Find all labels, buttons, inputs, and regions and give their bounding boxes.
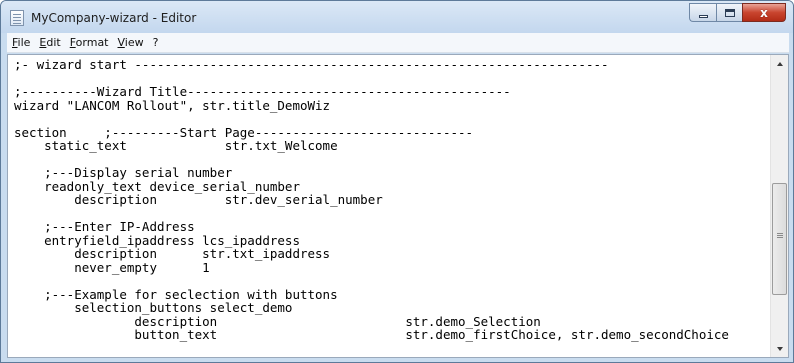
- window-title: MyCompany-wizard - Editor: [31, 11, 197, 25]
- close-button[interactable]: x: [742, 3, 786, 22]
- vertical-scrollbar[interactable]: [770, 55, 788, 357]
- code-line: never_empty 1: [14, 259, 210, 275]
- title-bar[interactable]: MyCompany-wizard - Editor x: [1, 1, 793, 33]
- code-line: ;- wizard start ------------------------…: [14, 57, 609, 72]
- code-line: ;---Example for seclection with buttons: [14, 286, 338, 302]
- menu-item-file[interactable]: File: [8, 34, 34, 52]
- code-line: selection_buttons select_demo: [14, 300, 293, 315]
- code-line: section ;---------Start Page------------…: [14, 124, 474, 140]
- code-line: ;---Display serial number: [14, 165, 233, 180]
- code-line: static_text str.txt_Welcome: [14, 138, 338, 153]
- scrollbar-thumb[interactable]: [772, 183, 787, 295]
- editor-window: MyCompany-wizard - Editor x File Edit Form…: [0, 0, 794, 363]
- scroll-down-button[interactable]: [771, 340, 788, 357]
- code-line: readonly_text device_serial_number: [14, 178, 300, 194]
- menu-bar: File Edit Format View?: [7, 33, 789, 53]
- code-line: ;----------Wizard Title-----------------…: [14, 84, 511, 99]
- minimize-icon: [698, 14, 708, 18]
- close-icon: x: [760, 5, 768, 20]
- code-line: wizard "LANCOM Rollout", str.title_DemoW…: [14, 97, 331, 113]
- menu-item-edit[interactable]: Edit: [35, 34, 64, 52]
- chevron-down-icon: [776, 346, 783, 351]
- code-line: ;---Enter IP-Address: [14, 219, 195, 234]
- code-line: description str.txt_ipaddress: [14, 246, 331, 261]
- caption-buttons: x: [689, 3, 786, 22]
- menu-item-view[interactable]: View: [114, 34, 148, 52]
- scroll-up-button[interactable]: [771, 55, 788, 72]
- notepad-icon[interactable]: [10, 10, 24, 26]
- menu-item-format[interactable]: Format: [66, 34, 113, 52]
- maximize-button[interactable]: [716, 3, 742, 22]
- code-line: description str.dev_serial_number: [14, 192, 383, 207]
- minimize-button[interactable]: [689, 3, 716, 22]
- code-line: entryfield_ipaddress lcs_ipaddress: [14, 232, 300, 248]
- code-line: description str.demo_Selection: [14, 313, 541, 329]
- text-area[interactable]: ;- wizard start ------------------------…: [8, 55, 770, 357]
- maximize-icon: [724, 8, 735, 17]
- chevron-up-icon: [776, 61, 783, 66]
- code-line: button_text str.demo_firstChoice, str.de…: [14, 327, 729, 342]
- menu-item-help[interactable]: ?: [149, 34, 163, 52]
- editor-pane[interactable]: ;- wizard start ------------------------…: [7, 54, 789, 358]
- grip-icon: [777, 233, 783, 234]
